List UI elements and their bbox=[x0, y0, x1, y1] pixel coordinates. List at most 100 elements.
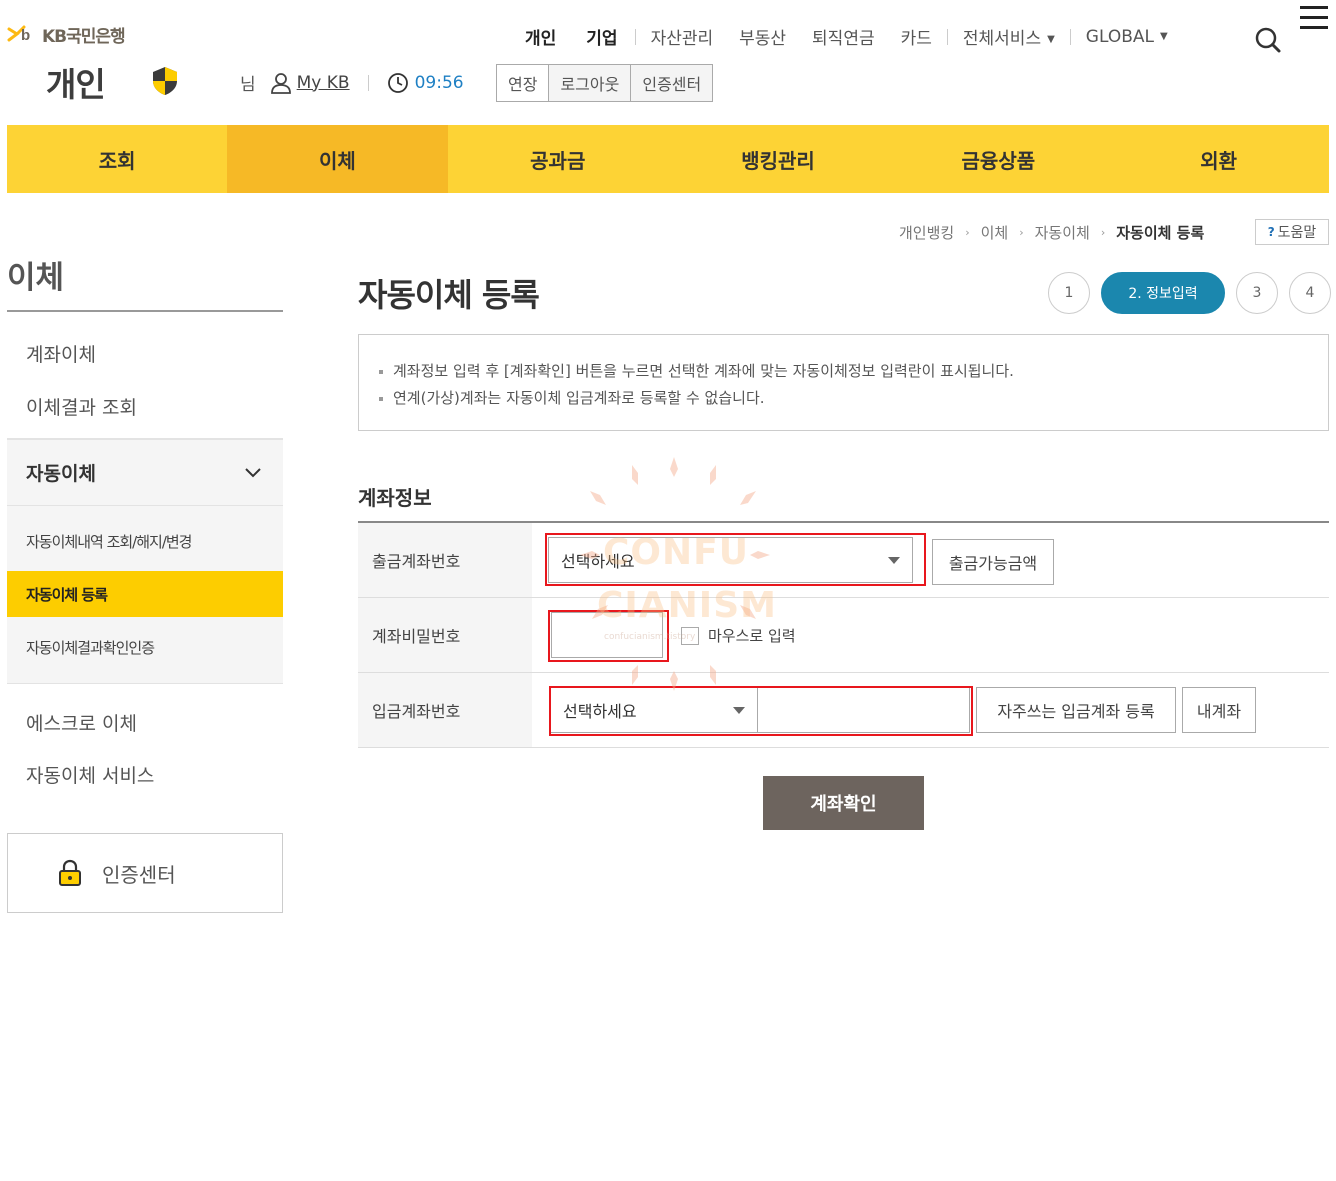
account-info-form: 출금계좌번호 선택하세요 출금가능금액 계좌비밀번호 마우스로 입력 입금계좌번… bbox=[358, 521, 1329, 748]
notice-box: 계좌정보 입력 후 [계좌확인] 버튼을 누르면 선택한 계좌에 맞는 자동이체… bbox=[358, 334, 1329, 431]
withdraw-account-select[interactable]: 선택하세요 bbox=[548, 537, 913, 583]
deposit-account-input[interactable] bbox=[757, 687, 970, 733]
lnb-title: 이체 bbox=[7, 260, 65, 296]
account-password-label: 계좌비밀번호 bbox=[358, 598, 532, 672]
user-row: 님 My KB 09:56 bbox=[240, 70, 464, 96]
clock-icon bbox=[387, 72, 408, 93]
lnb-item-escrow[interactable]: 에스크로 이체 bbox=[26, 709, 137, 736]
chevron-right-icon: › bbox=[965, 226, 970, 239]
top-nav-realestate[interactable]: 부동산 bbox=[726, 24, 799, 49]
lnb-item-transfer-result[interactable]: 이체결과 조회 bbox=[26, 393, 137, 420]
all-services-label: 전체서비스 bbox=[962, 29, 1042, 49]
bank-select-value: 선택하세요 bbox=[563, 702, 637, 721]
gnb-foreign-exchange[interactable]: 외환 bbox=[1108, 125, 1328, 193]
gnb-inquiry[interactable]: 조회 bbox=[7, 125, 227, 193]
top-nav: 개인 기업 자산관리 부동산 퇴직연금 카드 전체서비스 ▼ GLOBAL ▼ bbox=[510, 24, 1181, 50]
step-3: 3 bbox=[1236, 272, 1278, 314]
kb-star-icon: b bbox=[7, 23, 41, 45]
page-title: 자동이체 등록 bbox=[358, 276, 540, 314]
account-password-input[interactable] bbox=[551, 612, 663, 658]
breadcrumb-current: 자동이체 등록 bbox=[1116, 224, 1205, 242]
cert-center-box[interactable]: 인증센터 bbox=[7, 833, 283, 913]
mykb-link[interactable]: My KB bbox=[270, 72, 350, 94]
frequent-account-button[interactable]: 자주쓰는 입금계좌 등록 bbox=[976, 687, 1176, 733]
help-icon: ? bbox=[1267, 225, 1275, 239]
bank-select[interactable]: 선택하세요 bbox=[550, 687, 758, 733]
mouse-input-label: 마우스로 입력 bbox=[708, 627, 796, 645]
global-label: GLOBAL bbox=[1085, 26, 1154, 47]
top-nav-card[interactable]: 카드 bbox=[888, 24, 945, 49]
menu-hamburger-icon[interactable] bbox=[1300, 6, 1330, 29]
chevron-right-icon: › bbox=[1019, 226, 1024, 239]
user-icon bbox=[270, 72, 291, 94]
account-confirm-button[interactable]: 계좌확인 bbox=[763, 776, 924, 830]
lnb-sub-auto-result-cert[interactable]: 자동이체결과확인인증 bbox=[7, 624, 283, 670]
top-nav-all-services[interactable]: 전체서비스 ▼ bbox=[950, 24, 1068, 49]
gnb-financial-products[interactable]: 금융상품 bbox=[888, 125, 1108, 193]
my-account-button[interactable]: 내계좌 bbox=[1182, 687, 1256, 733]
help-button[interactable]: ? 도움말 bbox=[1255, 219, 1329, 245]
mouse-input-option[interactable]: 마우스로 입력 bbox=[681, 625, 796, 646]
chevron-down-icon bbox=[245, 467, 261, 477]
divider bbox=[946, 28, 948, 45]
divider bbox=[367, 74, 369, 91]
top-nav-asset[interactable]: 자산관리 bbox=[638, 24, 727, 49]
form-section-title: 계좌정보 bbox=[358, 486, 432, 510]
session-timer: 09:56 bbox=[387, 72, 464, 94]
lnb-sub-auto-register[interactable]: 자동이체 등록 bbox=[7, 571, 283, 617]
divider bbox=[7, 310, 283, 312]
mykb-label: My KB bbox=[296, 72, 350, 93]
security-shield-icon[interactable] bbox=[151, 66, 179, 96]
lnb-group-head[interactable]: 자동이체 bbox=[7, 440, 283, 506]
lock-icon bbox=[59, 859, 81, 886]
mouse-input-checkbox[interactable] bbox=[681, 626, 699, 645]
session-buttons: 연장 로그아웃 인증센터 bbox=[496, 64, 714, 102]
withdraw-account-label: 출금계좌번호 bbox=[358, 523, 532, 597]
section-title: 개인 bbox=[46, 65, 106, 104]
divider bbox=[634, 28, 636, 45]
chevron-right-icon: › bbox=[1100, 226, 1106, 239]
divider bbox=[1069, 28, 1071, 45]
kb-logo[interactable]: b KB국민은행 bbox=[7, 20, 126, 48]
top-nav-corporate[interactable]: 기업 bbox=[571, 24, 632, 49]
lnb-sub-auto-history[interactable]: 자동이체내역 조회/해지/변경 bbox=[7, 518, 283, 564]
lnb-item-auto-service[interactable]: 자동이체 서비스 bbox=[26, 761, 154, 788]
user-suffix: 님 bbox=[240, 75, 256, 95]
cert-center-button[interactable]: 인증센터 bbox=[631, 65, 713, 101]
gnb-transfer[interactable]: 이체 bbox=[227, 125, 448, 193]
session-time: 09:56 bbox=[414, 72, 464, 93]
top-nav-pension[interactable]: 퇴직연금 bbox=[799, 24, 888, 49]
dropdown-arrow-icon bbox=[888, 556, 900, 564]
cert-center-label: 인증센터 bbox=[102, 862, 176, 887]
notice-line: 연계(가상)계좌는 자동이체 입금계좌로 등록할 수 없습니다. bbox=[379, 385, 1308, 412]
step-1: 1 bbox=[1048, 272, 1090, 314]
dropdown-arrow-icon bbox=[733, 706, 745, 714]
search-icon[interactable] bbox=[1254, 26, 1282, 54]
gnb-utility[interactable]: 공과금 bbox=[448, 125, 668, 193]
deposit-account-label: 입금계좌번호 bbox=[358, 673, 532, 747]
caret-down-icon: ▼ bbox=[1047, 33, 1055, 45]
step-2-active: 2. 정보입력 bbox=[1101, 272, 1225, 314]
notice-line: 계좌정보 입력 후 [계좌확인] 버튼을 누르면 선택한 계좌에 맞는 자동이체… bbox=[379, 358, 1308, 385]
extend-session-button[interactable]: 연장 bbox=[497, 65, 550, 101]
form-row-withdraw: 출금계좌번호 선택하세요 출금가능금액 bbox=[358, 523, 1329, 598]
step-indicator: 1 2. 정보입력 3 4 bbox=[1048, 272, 1331, 314]
top-nav-global[interactable]: GLOBAL ▼ bbox=[1073, 27, 1181, 47]
logo-text: KB국민은행 bbox=[42, 26, 126, 47]
lnb-item-account-transfer[interactable]: 계좌이체 bbox=[26, 340, 96, 367]
withdrawable-amount-button[interactable]: 출금가능금액 bbox=[932, 539, 1054, 585]
help-label: 도움말 bbox=[1277, 225, 1317, 241]
gnb-banking-mgmt[interactable]: 뱅킹관리 bbox=[668, 125, 888, 193]
lnb-group-title: 자동이체 bbox=[26, 463, 96, 485]
lnb-group-auto-transfer: 자동이체 자동이체내역 조회/해지/변경 자동이체 등록 자동이체결과확인인증 bbox=[7, 438, 283, 684]
global-nav: 조회 이체 공과금 뱅킹관리 금융상품 외환 bbox=[7, 125, 1329, 193]
step-4: 4 bbox=[1289, 272, 1331, 314]
breadcrumb: 개인뱅킹 › 이체 › 자동이체 › 자동이체 등록 bbox=[899, 222, 1204, 243]
breadcrumb-item[interactable]: 이체 bbox=[981, 222, 1009, 243]
withdraw-select-value: 선택하세요 bbox=[561, 552, 635, 571]
logout-button[interactable]: 로그아웃 bbox=[549, 65, 632, 101]
breadcrumb-item[interactable]: 개인뱅킹 bbox=[899, 222, 954, 243]
top-nav-personal[interactable]: 개인 bbox=[510, 24, 571, 49]
caret-down-icon: ▼ bbox=[1159, 31, 1168, 42]
breadcrumb-item[interactable]: 자동이체 bbox=[1035, 222, 1090, 243]
